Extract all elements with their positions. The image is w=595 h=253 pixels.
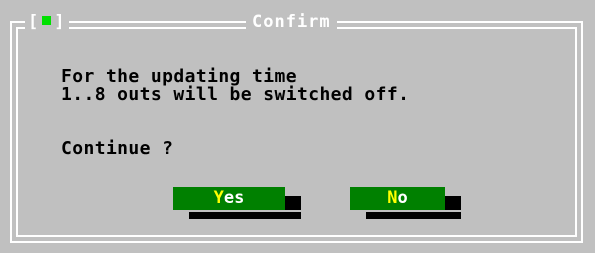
yes-hotkey: Y — [213, 188, 224, 208]
continue-prompt: Continue ? — [61, 138, 174, 159]
close-box-button[interactable]: [] — [25, 13, 69, 31]
close-indicator-icon — [42, 16, 52, 25]
yes-button[interactable]: Yes — [173, 187, 285, 210]
close-box-left-bracket: [ — [28, 12, 40, 32]
no-label-rest: o — [397, 188, 408, 208]
no-button-shadow-bottom — [366, 212, 461, 219]
yes-button-shadow-bottom — [189, 212, 301, 219]
confirm-dialog: [] Confirm For the updating time 1..8 ou… — [0, 0, 595, 253]
yes-label-rest: es — [223, 188, 245, 208]
message-line-2: 1..8 outs will be switched off. — [61, 84, 410, 105]
dialog-title: Confirm — [246, 13, 337, 31]
no-button[interactable]: No — [350, 187, 445, 210]
no-hotkey: N — [387, 188, 398, 208]
close-box-right-bracket: ] — [54, 12, 66, 32]
no-button-shadow-right — [445, 196, 461, 210]
yes-button-shadow-right — [285, 196, 301, 210]
